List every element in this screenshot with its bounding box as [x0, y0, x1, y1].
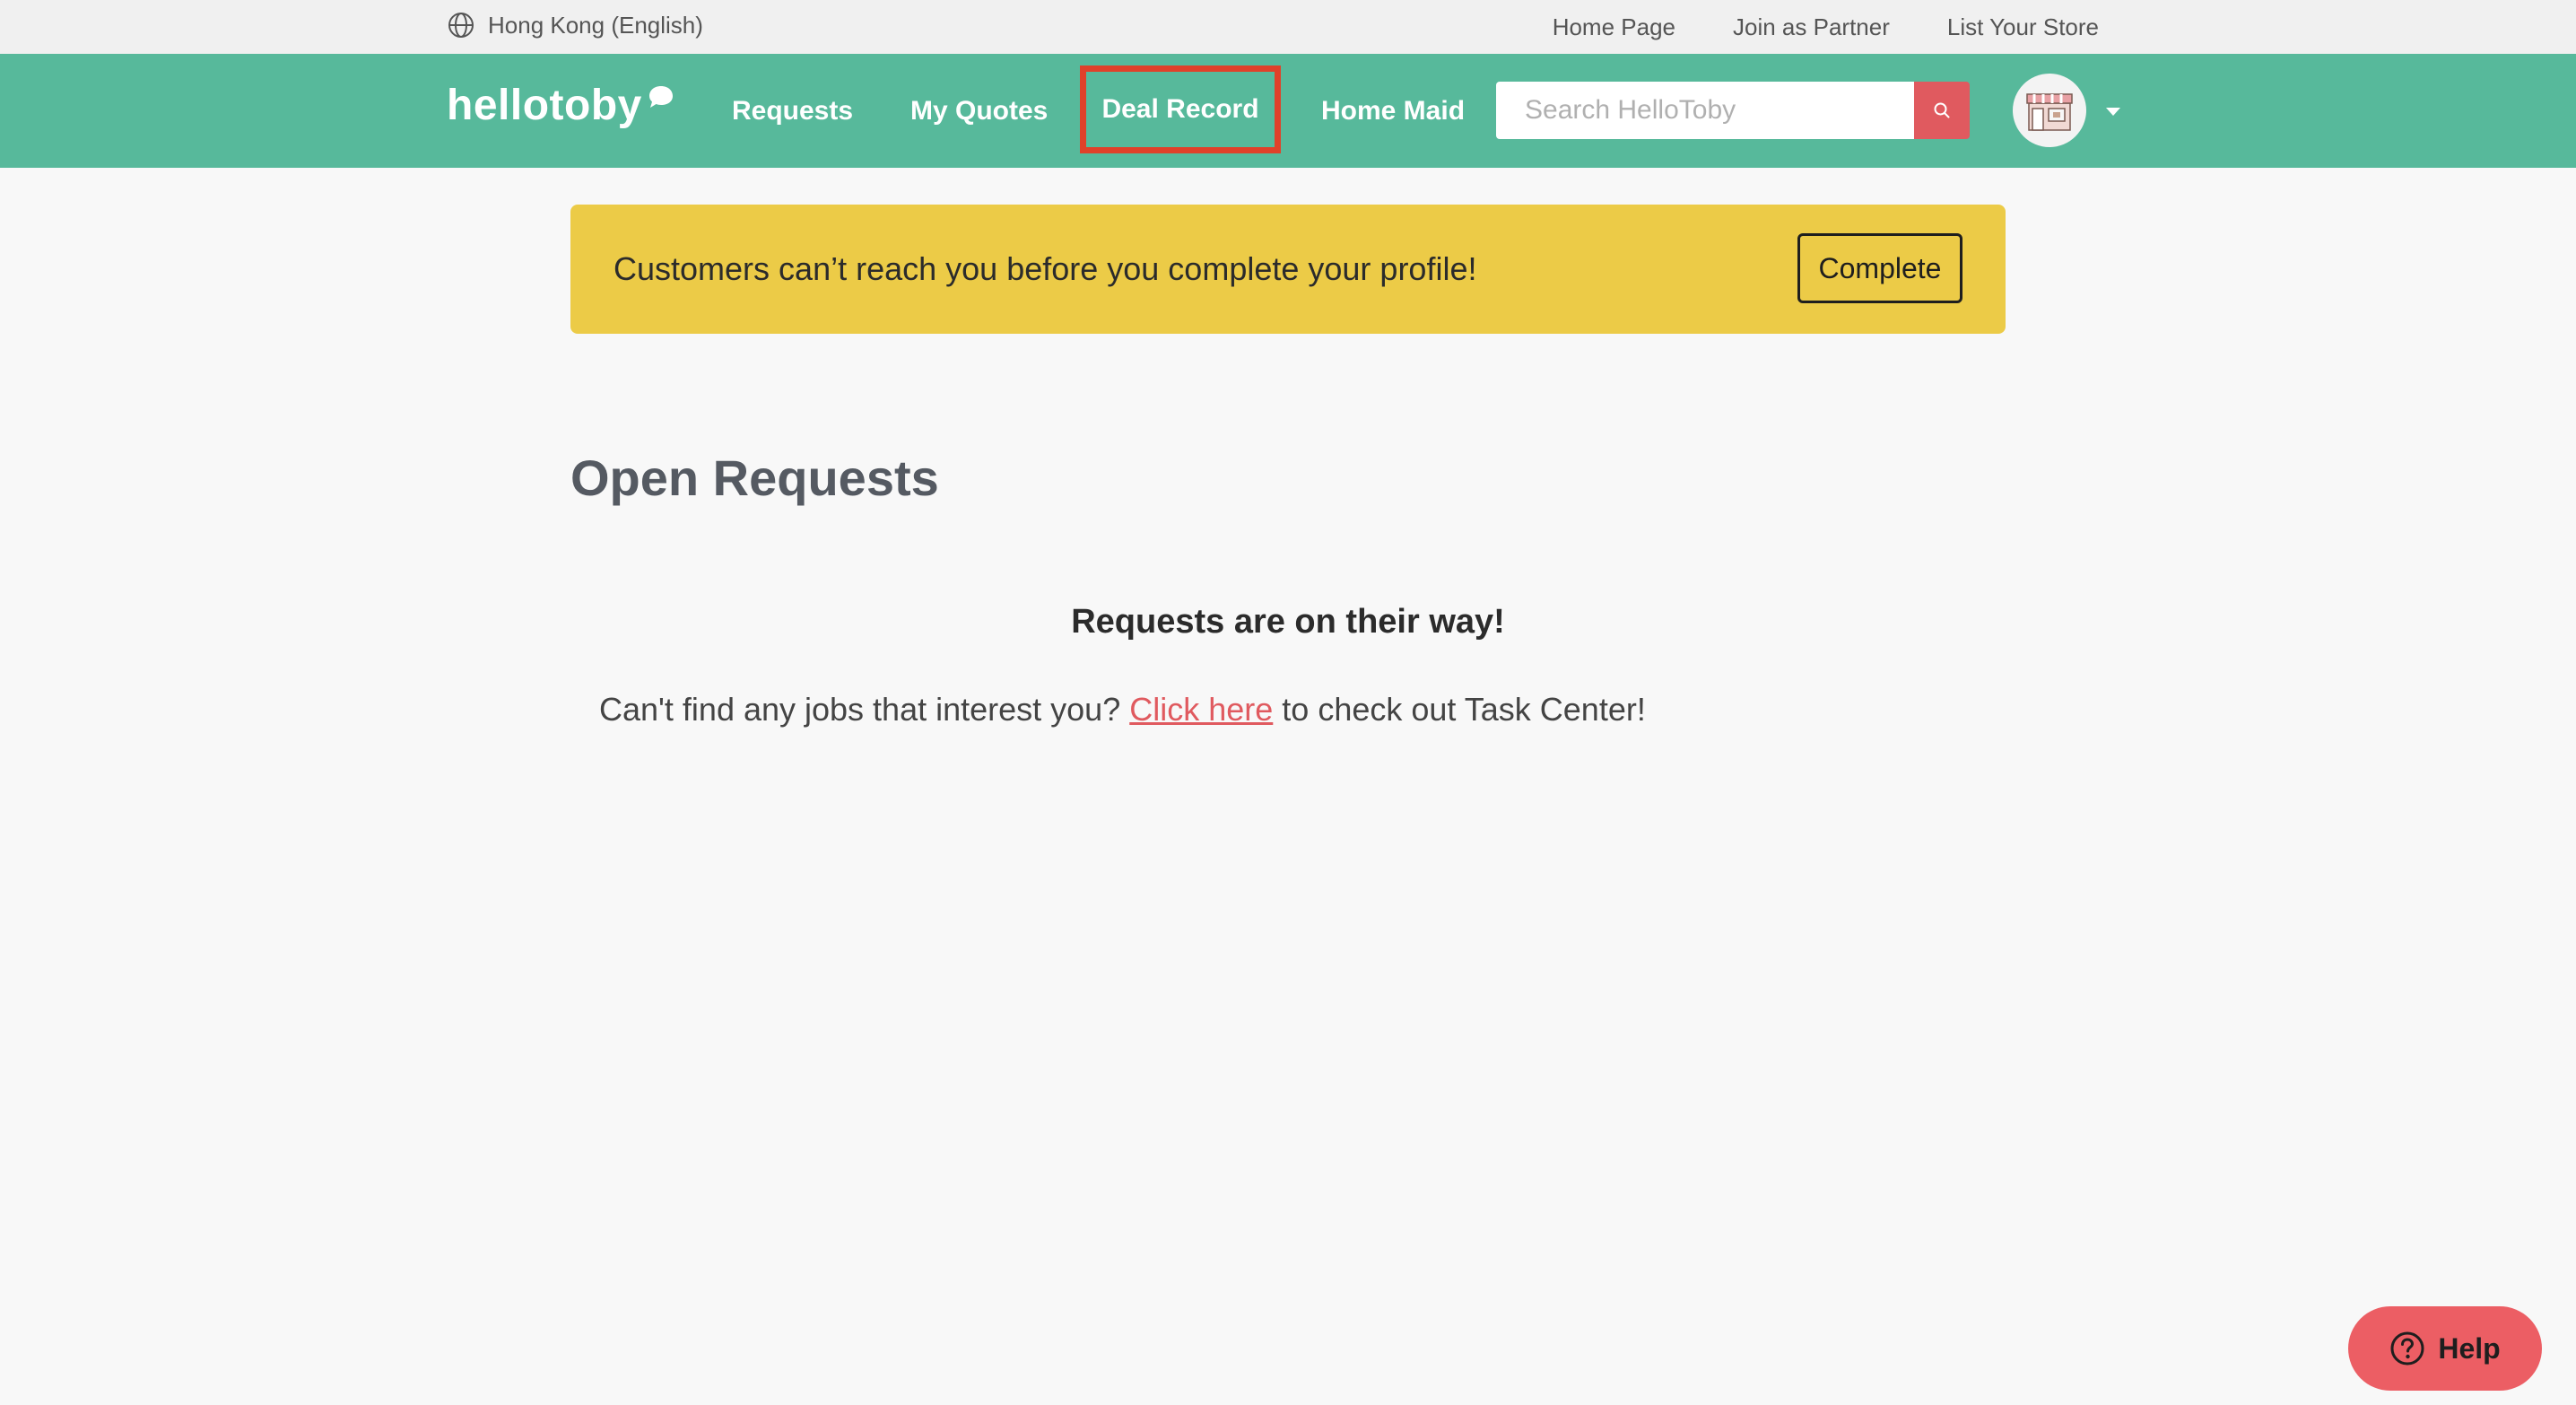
search-icon	[1934, 102, 1950, 118]
nav-home-maid[interactable]: Home Maid	[1321, 54, 1465, 168]
search-input[interactable]	[1496, 82, 1914, 139]
profile-warning-banner: Customers can’t reach you before you com…	[570, 205, 2006, 334]
main-navbar: hellotoby Requests My Quotes Deal Record…	[0, 54, 2576, 168]
join-as-partner-link[interactable]: Join as Partner	[1733, 13, 1890, 41]
task-center-link[interactable]: Click here	[1129, 691, 1273, 728]
help-label: Help	[2438, 1331, 2501, 1365]
banner-message: Customers can’t reach you before you com…	[614, 250, 1477, 287]
top-utility-bar: Hong Kong (English) Home Page Join as Pa…	[0, 0, 2576, 54]
nav-requests[interactable]: Requests	[732, 54, 853, 168]
hellotoby-logo[interactable]: hellotoby	[447, 81, 674, 130]
search-button[interactable]	[1914, 82, 1970, 139]
nav-my-quotes[interactable]: My Quotes	[910, 54, 1048, 168]
store-icon	[2026, 93, 2073, 131]
list-your-store-link[interactable]: List Your Store	[1947, 13, 2099, 41]
help-button[interactable]: Help	[2348, 1306, 2542, 1391]
complete-profile-button[interactable]: Complete	[1797, 233, 1962, 303]
question-circle-icon	[2390, 1331, 2424, 1366]
empty-state-suffix: to check out Task Center!	[1273, 691, 1646, 728]
empty-state-message: Can't find any jobs that interest you? C…	[599, 691, 1646, 729]
avatar[interactable]	[2013, 74, 2086, 147]
region-label: Hong Kong (English)	[488, 11, 703, 39]
globe-icon	[448, 13, 474, 38]
speech-bubble-icon	[648, 86, 673, 108]
logo-text: hellotoby	[447, 82, 642, 129]
top-links: Home Page Join as Partner List Your Stor…	[1553, 9, 2099, 45]
nav-deal-record[interactable]: Deal Record	[1080, 65, 1281, 153]
page-title: Open Requests	[570, 449, 939, 506]
empty-state-prefix: Can't find any jobs that interest you?	[599, 691, 1130, 728]
account-menu-caret-icon[interactable]	[2106, 108, 2120, 116]
search-box	[1496, 82, 1970, 139]
empty-state-title: Requests are on their way!	[1071, 603, 1505, 641]
region-selector[interactable]: Hong Kong (English)	[447, 9, 703, 41]
home-page-link[interactable]: Home Page	[1553, 13, 1675, 41]
